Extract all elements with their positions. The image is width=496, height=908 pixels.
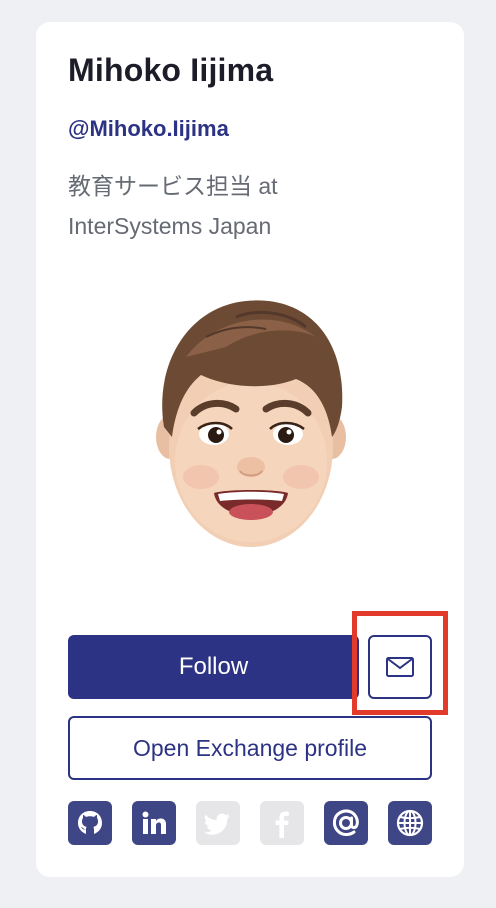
twitter-link[interactable] <box>196 801 240 845</box>
follow-button[interactable]: Follow <box>68 635 359 699</box>
open-exchange-profile-button[interactable]: Open Exchange profile <box>68 716 432 780</box>
highlight-box <box>352 611 448 715</box>
social-links <box>68 801 432 845</box>
github-icon <box>78 811 102 834</box>
linkedin-link[interactable] <box>132 801 176 845</box>
globe-icon <box>396 809 424 837</box>
twitter-icon <box>203 813 230 835</box>
website-link[interactable] <box>388 801 432 845</box>
bio-line-1: 教育サービス担当 at <box>68 173 278 199</box>
at-sign-icon <box>332 809 359 837</box>
profile-card: Mihoko Iijima @Mihoko.Iijima 教育サービス担当 at… <box>36 22 464 877</box>
memoji-avatar-image <box>156 300 346 547</box>
linkedin-icon <box>142 811 166 834</box>
profile-handle-link[interactable]: @Mihoko.Iijima <box>68 116 229 142</box>
avatar <box>146 287 356 552</box>
facebook-link[interactable] <box>260 801 304 845</box>
email-link[interactable] <box>324 801 368 845</box>
profile-name: Mihoko Iijima <box>68 52 274 88</box>
bio-line-2: InterSystems Japan <box>68 213 272 239</box>
profile-bio: 教育サービス担当 at InterSystems Japan <box>68 166 428 246</box>
facebook-icon <box>275 811 289 838</box>
github-link[interactable] <box>68 801 112 845</box>
